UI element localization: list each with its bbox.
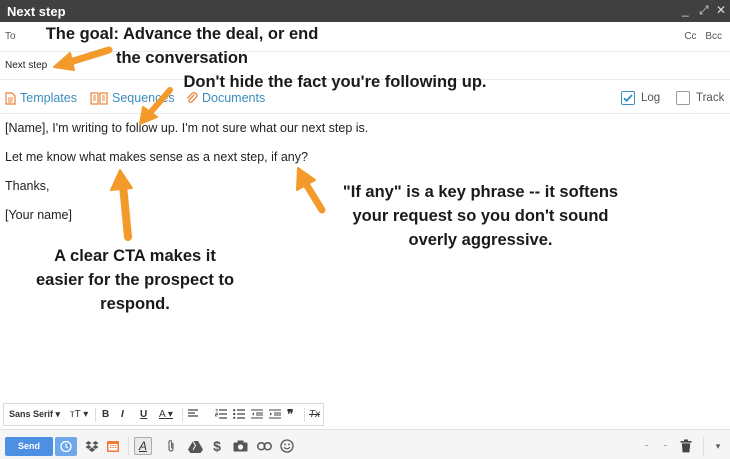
google-drive-icon[interactable] [187, 438, 203, 454]
action-bar-divider [128, 437, 129, 455]
window-title: Next step [7, 4, 66, 19]
sequences-label: Sequences [112, 91, 175, 105]
sequences-icon [90, 91, 108, 105]
increase-indent-button[interactable] [269, 409, 281, 422]
bulleted-list-icon [233, 409, 245, 419]
cta-annotation-line-3: respond. [100, 295, 170, 313]
quote-button[interactable]: ❞ [287, 407, 293, 421]
indent-icon [269, 409, 281, 419]
underline-button[interactable]: U [140, 409, 147, 420]
insert-link-icon[interactable] [256, 438, 272, 454]
arrowhead-ifany [296, 167, 316, 191]
to-label: To [5, 31, 16, 42]
drive-icon-svg [187, 440, 203, 453]
text-color-icon: A [159, 409, 166, 420]
link-icon-svg [256, 441, 272, 451]
followup-annotation: Don't hide the fact you're following up. [170, 70, 500, 94]
attach-file-icon[interactable] [163, 438, 179, 454]
formatting-toggle-button[interactable]: A [134, 437, 152, 455]
more-options-chevron-icon[interactable]: ▾ [710, 438, 726, 454]
font-family-select[interactable]: Sans Serif ▾ [9, 409, 60, 420]
ifany-annotation: "If any" is a key phrase -- it softens y… [318, 180, 643, 252]
checkmark-icon [623, 94, 633, 103]
followup-annotation-line: Don't hide the fact you're following up. [183, 73, 487, 91]
templates-button[interactable]: Templates [5, 91, 77, 105]
toolbar-divider [95, 408, 96, 422]
toolbar-divider [182, 408, 183, 422]
ifany-annotation-line-2: your request so you don't sound [352, 207, 609, 225]
attach-icon-svg [168, 440, 174, 452]
templates-label: Templates [20, 91, 77, 105]
font-family-value: Sans Serif [9, 409, 54, 419]
cta-annotation-line-2: easier for the prospect to [35, 271, 235, 289]
discard-draft-icon[interactable] [678, 438, 694, 454]
compose-title-bar: Next step _ ⤢ ✕ [0, 0, 730, 22]
log-label: Log [641, 92, 661, 104]
body-line-2: Let me know what makes sense as a next s… [5, 150, 308, 164]
action-bar-divider [703, 437, 704, 455]
insert-photo-icon[interactable] [232, 438, 248, 454]
align-button[interactable] [188, 409, 202, 422]
trash-icon-svg [680, 439, 692, 453]
bcc-link[interactable]: Bcc [705, 31, 722, 42]
cc-bcc-links: Cc Bcc [678, 31, 722, 42]
italic-button[interactable]: I [121, 409, 124, 420]
ifany-annotation-line-3: overly aggressive. [408, 231, 553, 249]
cta-annotation-line-1: A clear CTA makes it [54, 247, 216, 265]
ifany-annotation-line-1: "If any" is a key phrase -- it softens [342, 183, 619, 201]
formatting-toolbar: Sans Serif ▾ тT ▾ B I U A ▾ ❞ Tx [3, 403, 324, 426]
numbered-list-icon [215, 409, 227, 419]
smiley-icon-svg [280, 439, 294, 453]
decrease-indent-button[interactable] [251, 409, 263, 422]
compose-action-bar: Send A $ ▾ [0, 429, 730, 459]
track-checkbox[interactable]: Track [676, 91, 724, 105]
close-icon[interactable]: ✕ [716, 3, 726, 17]
text-format-icon: A [138, 439, 147, 453]
clock-icon [60, 440, 72, 453]
sequences-button[interactable]: Sequences [90, 91, 175, 105]
cc-link[interactable]: Cc [684, 31, 696, 42]
dropbox-icon-svg [85, 440, 99, 452]
font-size-select[interactable]: тT ▾ [70, 409, 88, 420]
log-check-box[interactable] [621, 91, 635, 105]
camera-icon-svg [233, 440, 247, 452]
arrowhead-cta [110, 169, 133, 191]
body-line-1: [Name], I'm writing to follow up. I'm no… [5, 121, 369, 135]
expand-icon[interactable]: ⤢ [699, 3, 709, 18]
track-check-box[interactable] [676, 91, 690, 105]
body-line-4: [Your name] [5, 208, 72, 222]
separator-dot [664, 445, 667, 446]
separator-dot [645, 445, 648, 446]
toolbar-divider [304, 408, 305, 422]
calendar-icon[interactable] [105, 438, 121, 454]
schedule-send-button[interactable] [55, 437, 77, 456]
dropbox-icon[interactable] [84, 438, 100, 454]
insert-money-icon[interactable]: $ [209, 438, 225, 454]
numbered-list-button[interactable] [215, 409, 227, 422]
goal-annotation: The goal: Advance the deal, or end the c… [22, 22, 342, 70]
align-left-icon [188, 409, 198, 417]
font-size-icon: тT [70, 409, 81, 420]
text-color-button[interactable]: A ▾ [159, 409, 173, 420]
send-button[interactable]: Send [5, 437, 53, 456]
goal-annotation-line-1: The goal: Advance the deal, or end [45, 25, 319, 43]
body-line-3: Thanks, [5, 179, 50, 193]
emoji-icon[interactable] [279, 438, 295, 454]
goal-annotation-line-2: the conversation [115, 49, 249, 67]
bulleted-list-button[interactable] [233, 409, 245, 422]
clear-formatting-button[interactable]: Tx [309, 409, 320, 420]
track-label: Track [696, 92, 725, 104]
arrow-to-cta [119, 181, 132, 241]
log-checkbox[interactable]: Log [621, 91, 660, 105]
calendar-icon-svg [107, 441, 119, 452]
bold-button[interactable]: B [102, 409, 109, 420]
templates-icon [5, 91, 16, 105]
cta-annotation: A clear CTA makes it easier for the pros… [15, 244, 255, 316]
minimize-icon[interactable]: _ [682, 3, 689, 17]
outdent-icon [251, 409, 263, 419]
